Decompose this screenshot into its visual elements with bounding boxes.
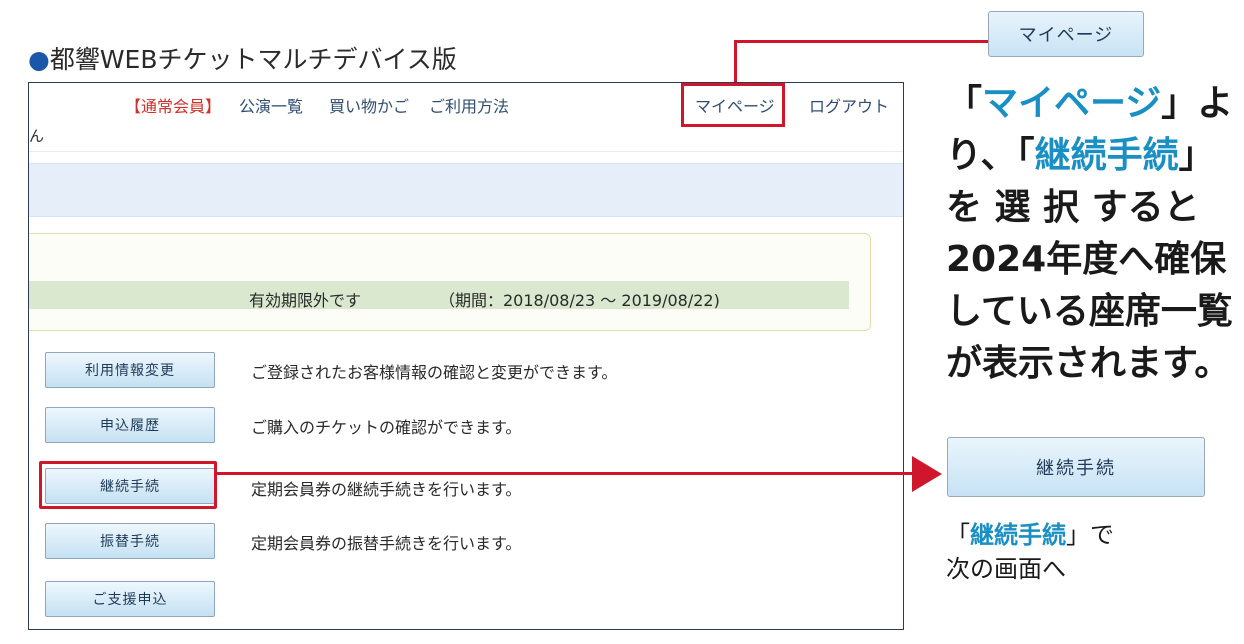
status-period: （期間：2018/08/23 ～ 2019/08/22): [439, 291, 720, 310]
nav-item-logout[interactable]: ログアウト: [809, 93, 889, 117]
nav-item-cart[interactable]: 買い物かご: [329, 93, 409, 117]
continue-highlight: [39, 461, 217, 509]
menu-desc: 定期会員券の振替手続きを行います。: [251, 534, 522, 553]
nav-item-performances[interactable]: 公演一覧: [239, 93, 303, 117]
note-key: 継続手続: [970, 521, 1066, 549]
member-type-badge: 【通常会員】: [125, 97, 222, 116]
support-application-button[interactable]: ご支援申込: [45, 581, 215, 617]
screenshot-panel: 【通常会員】 公演一覧 買い物かご ご利用方法 マイページ ログアウト ん 有効…: [28, 82, 904, 630]
quote-mark: 「: [946, 521, 970, 549]
transfer-procedure-button[interactable]: 振替手続: [45, 523, 215, 559]
mypage-button[interactable]: マイページ: [988, 11, 1144, 57]
note-line2: 次の画面へ: [946, 555, 1066, 583]
title-band: [29, 163, 903, 217]
bullet-icon: ●: [28, 45, 50, 74]
page-title: ●都響WEBチケットマルチデバイス版: [28, 40, 457, 76]
note-tail: 」で: [1066, 521, 1114, 549]
quote-mark: 「: [946, 83, 983, 124]
note-text: 「継続手続」で 次の画面へ: [946, 518, 1114, 586]
connector-line: [734, 40, 737, 84]
highlight-continue: 継続手続: [1034, 135, 1179, 176]
user-info-change-button[interactable]: 利用情報変更: [45, 352, 215, 388]
nav-item-usage[interactable]: ご利用方法: [429, 93, 509, 117]
arrow-right-icon: [912, 456, 942, 492]
continue-procedure-sample-button[interactable]: 継続手続: [947, 437, 1205, 497]
menu-desc: ご購入のチケットの確認ができます。: [251, 418, 522, 437]
connector-line: [216, 472, 914, 475]
page-title-text: 都響WEBチケットマルチデバイス版: [49, 45, 457, 74]
highlight-mypage: マイページ: [982, 83, 1162, 124]
menu-desc: ご登録されたお客様情報の確認と変更ができます。: [251, 363, 618, 382]
mypage-highlight: [681, 83, 785, 127]
order-history-button[interactable]: 申込履歴: [45, 407, 215, 443]
status-text: 有効期限外です: [249, 291, 362, 310]
connector-line: [736, 40, 988, 43]
menu-desc: 定期会員券の継続手続きを行います。: [251, 480, 522, 499]
explanation-text: 「マイページ」より、「継続手続」を 選 択 すると2024年度へ確保している座席…: [946, 78, 1236, 390]
divider: [29, 151, 903, 152]
user-name: ん: [29, 127, 45, 145]
